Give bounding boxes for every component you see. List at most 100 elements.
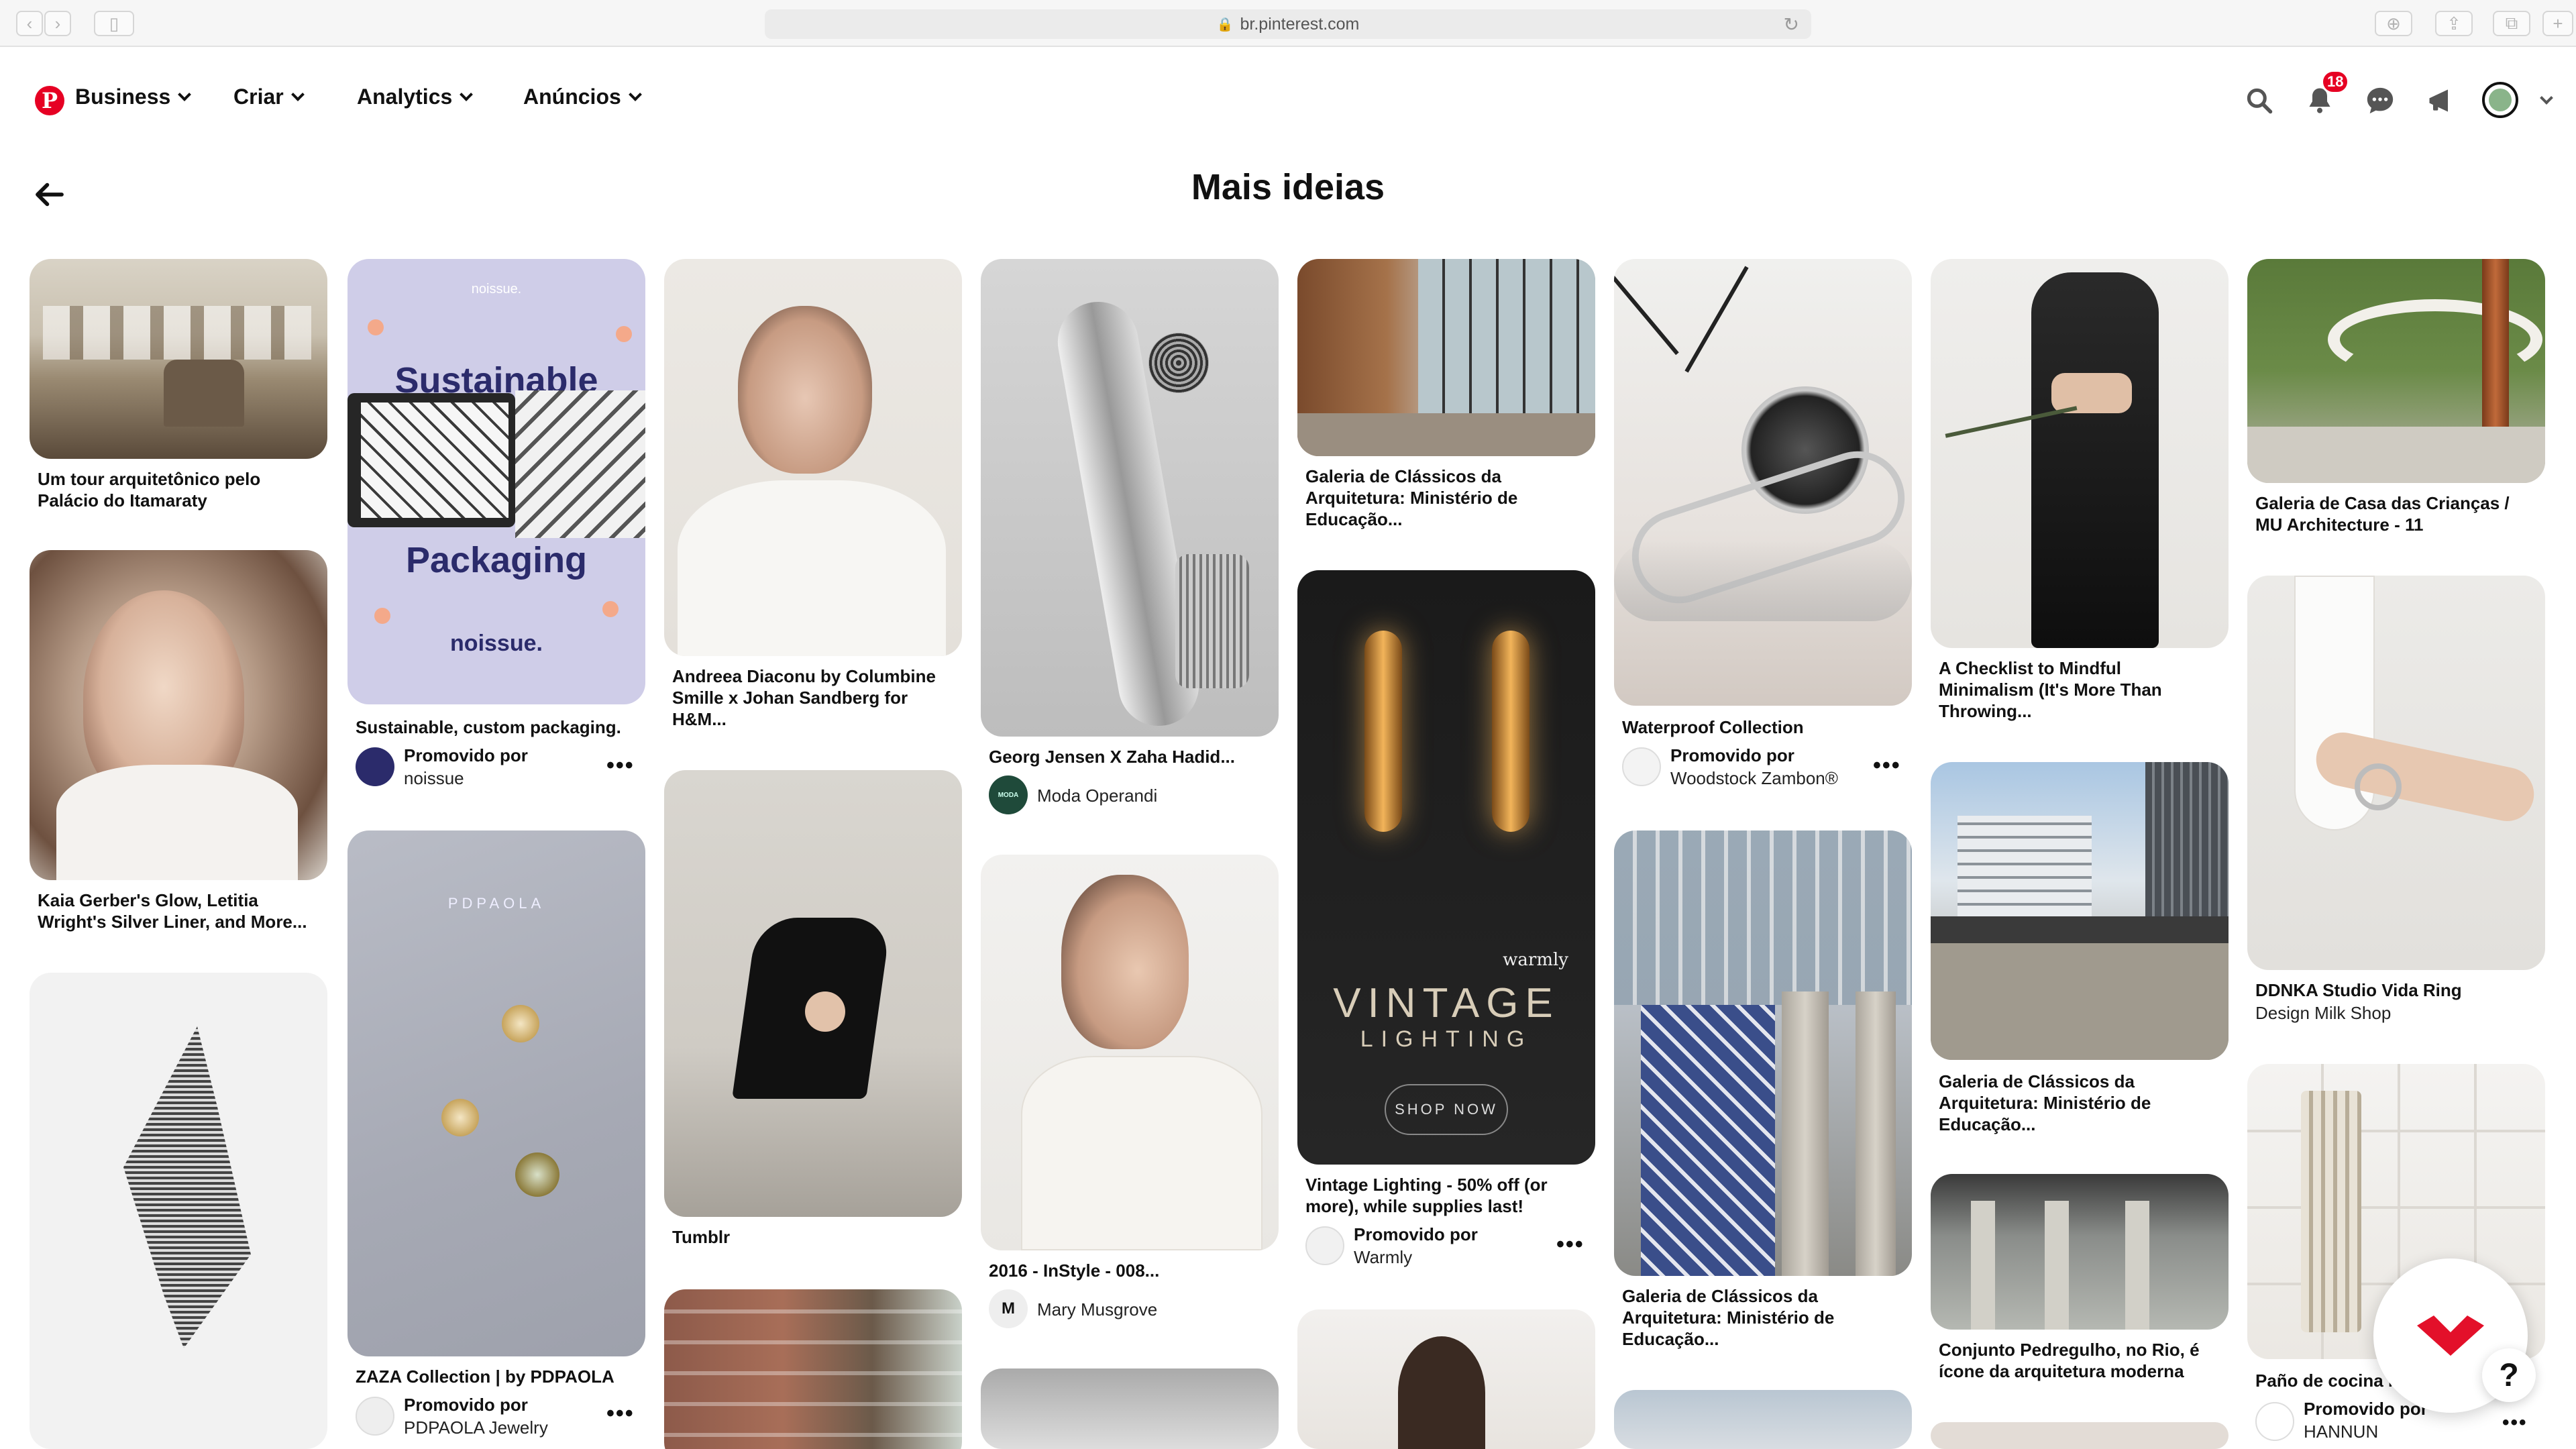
pin-image[interactable] bbox=[664, 259, 962, 656]
pinterest-logo-icon[interactable]: P bbox=[35, 86, 64, 115]
pdpaola-logo-text: PDPAOLA bbox=[447, 895, 545, 912]
advertiser-avatar[interactable] bbox=[356, 1397, 394, 1436]
pin-image[interactable] bbox=[1931, 762, 2229, 1060]
pin-image[interactable] bbox=[1614, 1390, 1912, 1449]
browser-forward-button[interactable]: › bbox=[44, 11, 71, 36]
notifications-count-badge: 18 bbox=[2321, 70, 2350, 94]
pin-image[interactable] bbox=[1297, 1309, 1595, 1449]
pin-image[interactable] bbox=[30, 259, 327, 459]
creator-avatar[interactable]: M bbox=[989, 1289, 1028, 1328]
page-title: Mais ideias bbox=[1191, 167, 1385, 207]
pin-image[interactable] bbox=[1614, 830, 1912, 1276]
chevron-down-icon bbox=[628, 87, 642, 101]
pin-title: Sustainable, custom packaging. bbox=[356, 717, 621, 737]
promoted-by-label: Promovido por bbox=[1670, 745, 1794, 765]
address-bar[interactable]: 🔒 br.pinterest.com ↻ bbox=[765, 9, 1811, 39]
lighting-headline: LIGHTING bbox=[1360, 1026, 1533, 1052]
chevron-down-icon bbox=[178, 87, 192, 101]
nav-criar-menu[interactable]: Criar bbox=[233, 85, 305, 109]
packaging-headline-2: Packaging bbox=[405, 540, 588, 580]
nav-anuncios-menu[interactable]: Anúncios bbox=[523, 85, 642, 109]
chevron-down-icon bbox=[460, 87, 474, 101]
help-button[interactable]: ? bbox=[2482, 1348, 2536, 1402]
pin-image[interactable] bbox=[1931, 1422, 2229, 1449]
pin-title: Galeria de Casa das Crianças / MU Archit… bbox=[2255, 493, 2510, 535]
promoted-by-label: Promovido por bbox=[1354, 1224, 1478, 1244]
pin-title: Tumblr bbox=[672, 1227, 731, 1247]
pin-image[interactable] bbox=[664, 1289, 962, 1449]
download-button[interactable]: ⊕ bbox=[2375, 11, 2412, 36]
creator-name[interactable]: Mary Musgrove bbox=[1037, 1299, 1157, 1320]
advertiser-name[interactable]: Warmly bbox=[1354, 1246, 1412, 1268]
more-options-icon[interactable]: ••• bbox=[606, 753, 635, 779]
pin-title: Vintage Lighting - 50% off (or more), wh… bbox=[1305, 1175, 1548, 1216]
share-button[interactable]: ⇪ bbox=[2435, 11, 2473, 36]
advertiser-name[interactable]: PDPAOLA Jewelry bbox=[404, 1417, 548, 1438]
announcements-megaphone-icon[interactable] bbox=[2423, 83, 2458, 118]
chevron-down-icon bbox=[290, 87, 305, 101]
pin-image[interactable] bbox=[2247, 576, 2545, 970]
warmly-brand-text: warmly bbox=[1503, 950, 1568, 970]
nav-business-menu[interactable]: Business bbox=[75, 85, 192, 109]
pin-image[interactable] bbox=[981, 855, 1279, 1250]
browser-back-button[interactable]: ‹ bbox=[16, 11, 43, 36]
url-text: br.pinterest.com bbox=[1240, 14, 1360, 34]
nav-business-label: Business bbox=[75, 85, 171, 109]
account-chevron-down-icon[interactable] bbox=[2529, 83, 2564, 118]
creator-name[interactable]: Moda Operandi bbox=[1037, 785, 1157, 806]
more-options-icon[interactable]: ••• bbox=[1873, 753, 1901, 779]
pin-image[interactable] bbox=[664, 770, 962, 1217]
user-avatar[interactable] bbox=[2482, 82, 2518, 118]
advertiser-avatar[interactable] bbox=[1622, 747, 1661, 786]
pin-image[interactable] bbox=[30, 550, 327, 880]
pin-title: Kaia Gerber's Glow, Letitia Wright's Sil… bbox=[38, 890, 307, 932]
pin-image[interactable] bbox=[1931, 1174, 2229, 1330]
advertiser-avatar[interactable] bbox=[2255, 1402, 2294, 1441]
pin-image[interactable] bbox=[981, 1368, 1279, 1449]
pin-image[interactable] bbox=[30, 973, 327, 1449]
pin-title: Galeria de Clássicos da Arquitetura: Min… bbox=[1305, 466, 1518, 529]
nav-analytics-label: Analytics bbox=[357, 85, 453, 109]
new-tab-button[interactable]: + bbox=[2542, 11, 2573, 36]
tabs-overview-button[interactable]: ⧉ bbox=[2493, 11, 2530, 36]
sidebar-toggle-button[interactable]: ▯ bbox=[94, 11, 134, 36]
pin-title: Andreea Diaconu by Columbine Smille x Jo… bbox=[672, 666, 936, 729]
advertiser-name[interactable]: HANNUN bbox=[2304, 1421, 2378, 1442]
pin-title: Galeria de Clássicos da Arquitetura: Min… bbox=[1939, 1071, 2151, 1134]
pin-title: Galeria de Clássicos da Arquitetura: Min… bbox=[1622, 1286, 1835, 1349]
pin-image[interactable] bbox=[1614, 259, 1912, 706]
lock-icon: 🔒 bbox=[1216, 17, 1234, 32]
more-options-icon[interactable]: ••• bbox=[2502, 1411, 2528, 1434]
nav-anuncios-label: Anúncios bbox=[523, 85, 621, 109]
pin-image[interactable]: PDPAOLA bbox=[347, 830, 645, 1356]
promoted-by-label: Promovido por bbox=[404, 1395, 528, 1415]
promoted-by-label: Promovido por bbox=[2304, 1399, 2428, 1419]
promoted-by-label: Promovido por bbox=[404, 745, 528, 765]
pin-image[interactable] bbox=[1297, 259, 1595, 456]
vintage-headline: VINTAGE bbox=[1333, 980, 1560, 1026]
search-icon[interactable] bbox=[2242, 83, 2277, 118]
messages-icon[interactable] bbox=[2363, 83, 2398, 118]
pin-title: Georg Jensen X Zaha Hadid... bbox=[989, 747, 1235, 767]
pin-title: ZAZA Collection | by PDPAOLA bbox=[356, 1366, 614, 1387]
advertiser-avatar[interactable] bbox=[356, 747, 394, 786]
pin-title: Waterproof Collection bbox=[1622, 717, 1804, 737]
advertiser-name[interactable]: noissue bbox=[404, 767, 464, 789]
reload-icon[interactable]: ↻ bbox=[1784, 13, 1799, 36]
advertiser-avatar[interactable] bbox=[1305, 1226, 1344, 1265]
more-options-icon[interactable]: ••• bbox=[1556, 1232, 1585, 1258]
creator-avatar[interactable]: MODA bbox=[989, 775, 1028, 814]
pin-source[interactable]: Design Milk Shop bbox=[2255, 1002, 2391, 1024]
pin-image[interactable]: noissue. Sustainable Packaging noissue. bbox=[347, 259, 645, 704]
pin-image[interactable]: warmly VINTAGE LIGHTING SHOP NOW bbox=[1297, 570, 1595, 1165]
shop-now-button[interactable]: SHOP NOW bbox=[1385, 1084, 1508, 1135]
more-options-icon[interactable]: ••• bbox=[606, 1401, 635, 1427]
pin-title: 2016 - InStyle - 008... bbox=[989, 1260, 1160, 1281]
nav-analytics-menu[interactable]: Analytics bbox=[357, 85, 474, 109]
pin-image[interactable] bbox=[2247, 259, 2545, 483]
pin-title: DDNKA Studio Vida Ring bbox=[2255, 980, 2462, 1000]
noissue-brand-text: noissue. bbox=[471, 282, 522, 297]
pin-image[interactable] bbox=[981, 259, 1279, 737]
pin-image[interactable] bbox=[1931, 259, 2229, 648]
advertiser-name[interactable]: Woodstock Zambon® bbox=[1670, 767, 1838, 789]
